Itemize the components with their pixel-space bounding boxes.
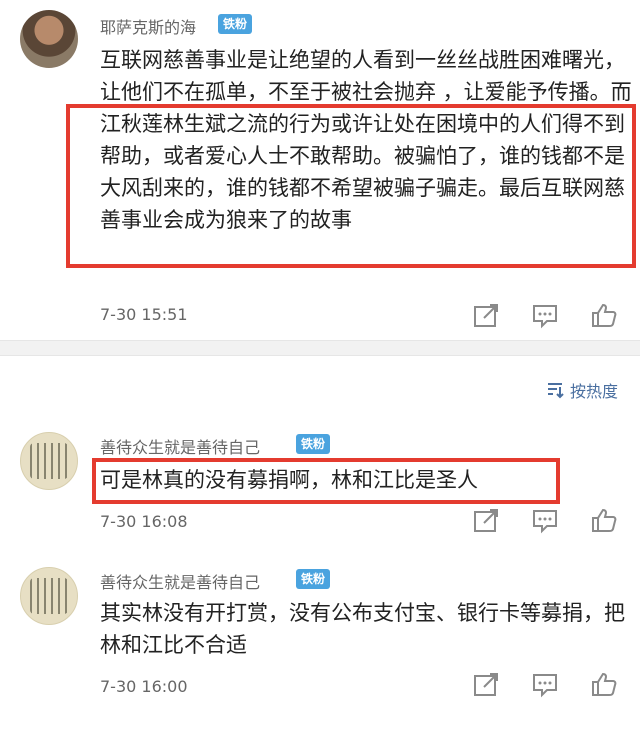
- sort-icon: [547, 383, 564, 399]
- comment-icon[interactable]: [531, 508, 559, 534]
- comment-item: 善待众生就是善待自己 铁粉 其实林没有开打赏，没有公布支付宝、银行卡等募捐，把林…: [0, 555, 640, 743]
- share-icon[interactable]: [472, 303, 500, 329]
- fan-badge: 铁粉: [296, 569, 331, 589]
- avatar[interactable]: [20, 567, 78, 625]
- sort-button[interactable]: 按热度: [546, 378, 618, 402]
- thumbs-up-icon[interactable]: [590, 302, 618, 328]
- avatar[interactable]: [20, 432, 78, 490]
- comment-time: 7-30 15:51: [100, 305, 188, 324]
- share-icon[interactable]: [472, 672, 500, 698]
- comment-username[interactable]: 善待众生就是善待自己: [100, 569, 260, 593]
- section-divider: [0, 340, 640, 356]
- thumbs-up-icon[interactable]: [590, 671, 618, 697]
- fan-badge: 铁粉: [218, 14, 253, 34]
- comment-time: 7-30 16:00: [100, 677, 188, 696]
- comment-item: 善待众生就是善待自己 铁粉 可是林真的没有募捐啊，林和江比是圣人 7-30 16…: [0, 420, 640, 550]
- comment-text: 其实林没有开打赏，没有公布支付宝、银行卡等募捐，把林和江比不合适: [100, 601, 625, 657]
- sort-label: 按热度: [569, 382, 618, 401]
- comment-icon[interactable]: [531, 303, 559, 329]
- highlight-box: [92, 458, 560, 504]
- highlight-box: [66, 104, 636, 268]
- share-icon[interactable]: [472, 508, 500, 534]
- fan-badge: 铁粉: [296, 434, 331, 454]
- comment-time: 7-30 16:08: [100, 512, 188, 531]
- comment-item: 耶萨克斯的海 铁粉 互联网慈善事业是让绝望的人看到一丝丝战胜困难曙光，让他们不在…: [0, 0, 640, 340]
- thumbs-up-icon[interactable]: [590, 507, 618, 533]
- comment-username[interactable]: 耶萨克斯的海: [100, 14, 196, 38]
- comment-icon[interactable]: [531, 672, 559, 698]
- comment-username[interactable]: 善待众生就是善待自己: [100, 434, 260, 458]
- avatar[interactable]: [20, 10, 78, 68]
